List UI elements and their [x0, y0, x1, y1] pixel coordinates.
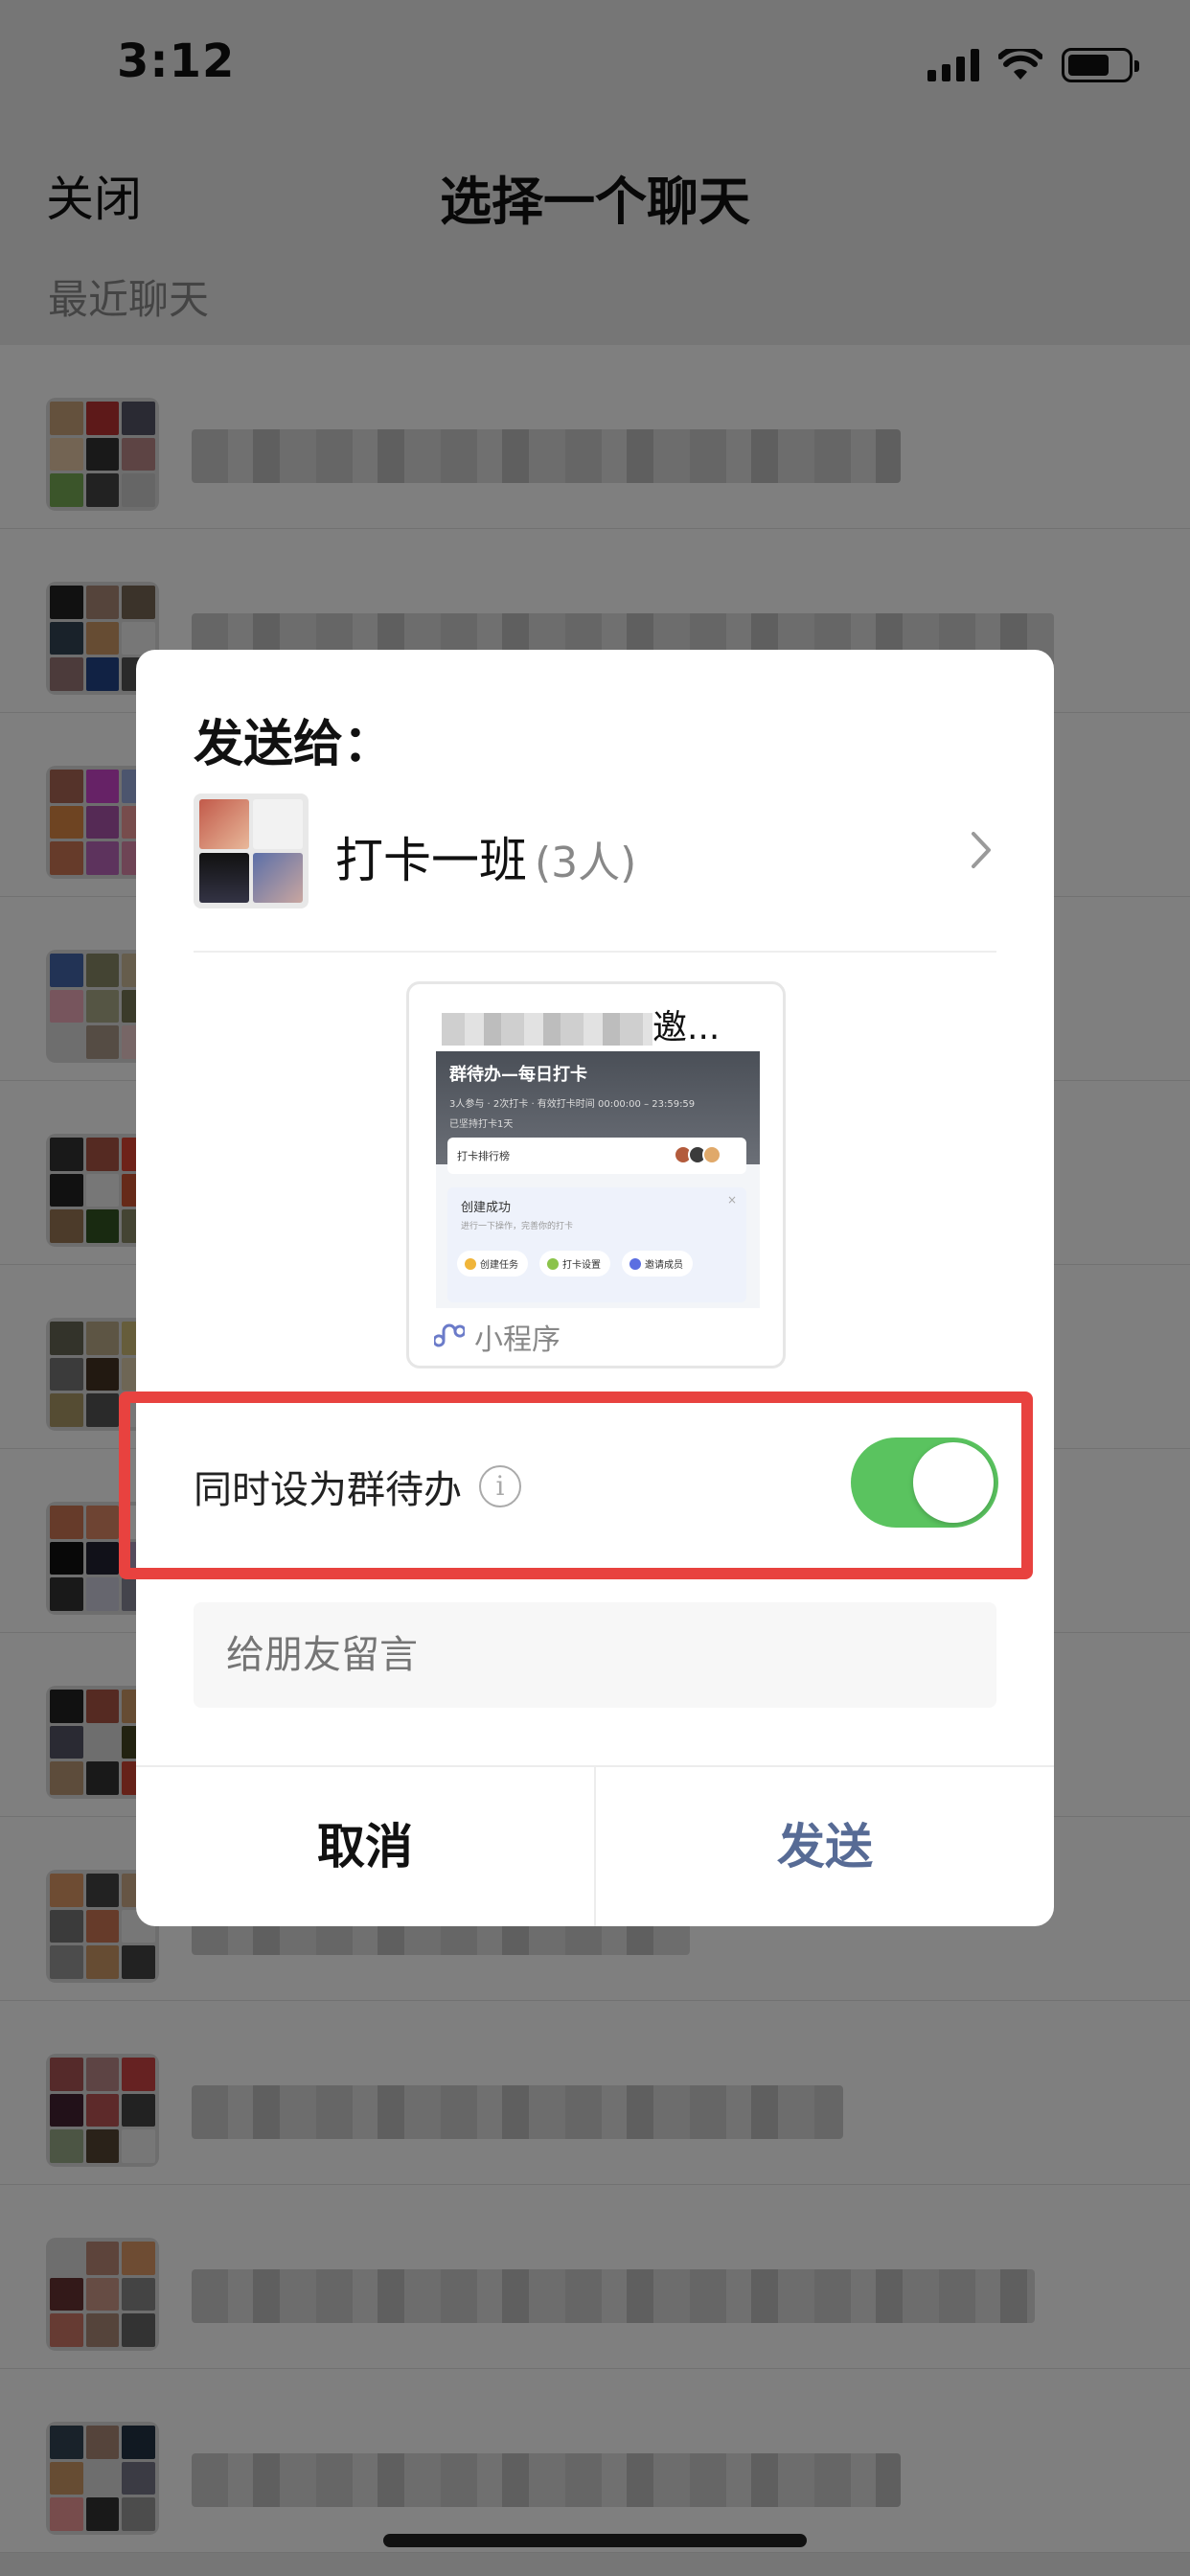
preview-pill: 邀请成员 [622, 1251, 693, 1276]
recipient-row[interactable]: 打卡一班 (3人) [194, 794, 996, 954]
preview-success-box: × 创建成功 进行一下操作，完善你的打卡 创建任务 打卡设置 邀请成员 [447, 1187, 746, 1302]
preview-box-sub: 进行一下操作，完善你的打卡 [461, 1222, 574, 1231]
recipient-name: 打卡一班 (3人) [335, 822, 636, 891]
cancel-button[interactable]: 取消 [136, 1767, 594, 1926]
preview-pills: 创建任务 打卡设置 邀请成员 [457, 1251, 693, 1276]
preview-streak: 已坚持打卡1天 [449, 1119, 514, 1130]
card-footer: 小程序 [434, 1316, 561, 1358]
preview-rank-label: 打卡排行榜 [457, 1150, 510, 1162]
group-name: 打卡一班 [335, 833, 527, 888]
group-avatar [194, 794, 309, 908]
todo-toggle[interactable] [851, 1438, 998, 1528]
member-count: (3人) [535, 839, 637, 887]
preview-app-title: 群待办—每日打卡 [449, 1065, 587, 1085]
send-button[interactable]: 发送 [596, 1767, 1054, 1926]
mini-program-card: 邀... 群待办—每日打卡 3人参与 · 2次打卡 · 有效打卡时间 00:00… [406, 981, 786, 1368]
send-dialog: 发送给： 打卡一班 (3人) 邀... 群待办—每日打卡 3人参与 · 2次打卡 … [119, 650, 1054, 1926]
chevron-right-icon [972, 832, 991, 868]
preview-stats: 3人参与 · 2次打卡 · 有效打卡时间 00:00:00 – 23:59:59 [449, 1099, 696, 1110]
mini-program-icon [434, 1323, 465, 1347]
message-input[interactable] [194, 1602, 996, 1708]
info-icon[interactable]: i [479, 1465, 521, 1507]
preview-member-avatars [674, 1145, 721, 1164]
divider [194, 951, 996, 953]
todo-option-label: 同时设为群待办 [194, 1468, 462, 1512]
card-preview-image: 群待办—每日打卡 3人参与 · 2次打卡 · 有效打卡时间 00:00:00 –… [436, 1051, 760, 1308]
preview-box-title: 创建成功 [461, 1201, 512, 1215]
preview-pill: 创建任务 [457, 1251, 528, 1276]
card-title-text: 邀... [652, 1008, 721, 1047]
card-title: 邀... [442, 1000, 720, 1049]
redacted-text [442, 1013, 652, 1046]
mini-program-label: 小程序 [474, 1323, 561, 1357]
preview-close-icon: × [726, 1193, 737, 1207]
dialog-title: 发送给： [194, 716, 394, 773]
toggle-knob [913, 1442, 994, 1523]
preview-rank-row: 打卡排行榜 [447, 1138, 746, 1174]
todo-option: 同时设为群待办 i [194, 1459, 521, 1514]
home-indicator[interactable] [383, 2534, 807, 2547]
preview-pill: 打卡设置 [539, 1251, 610, 1276]
